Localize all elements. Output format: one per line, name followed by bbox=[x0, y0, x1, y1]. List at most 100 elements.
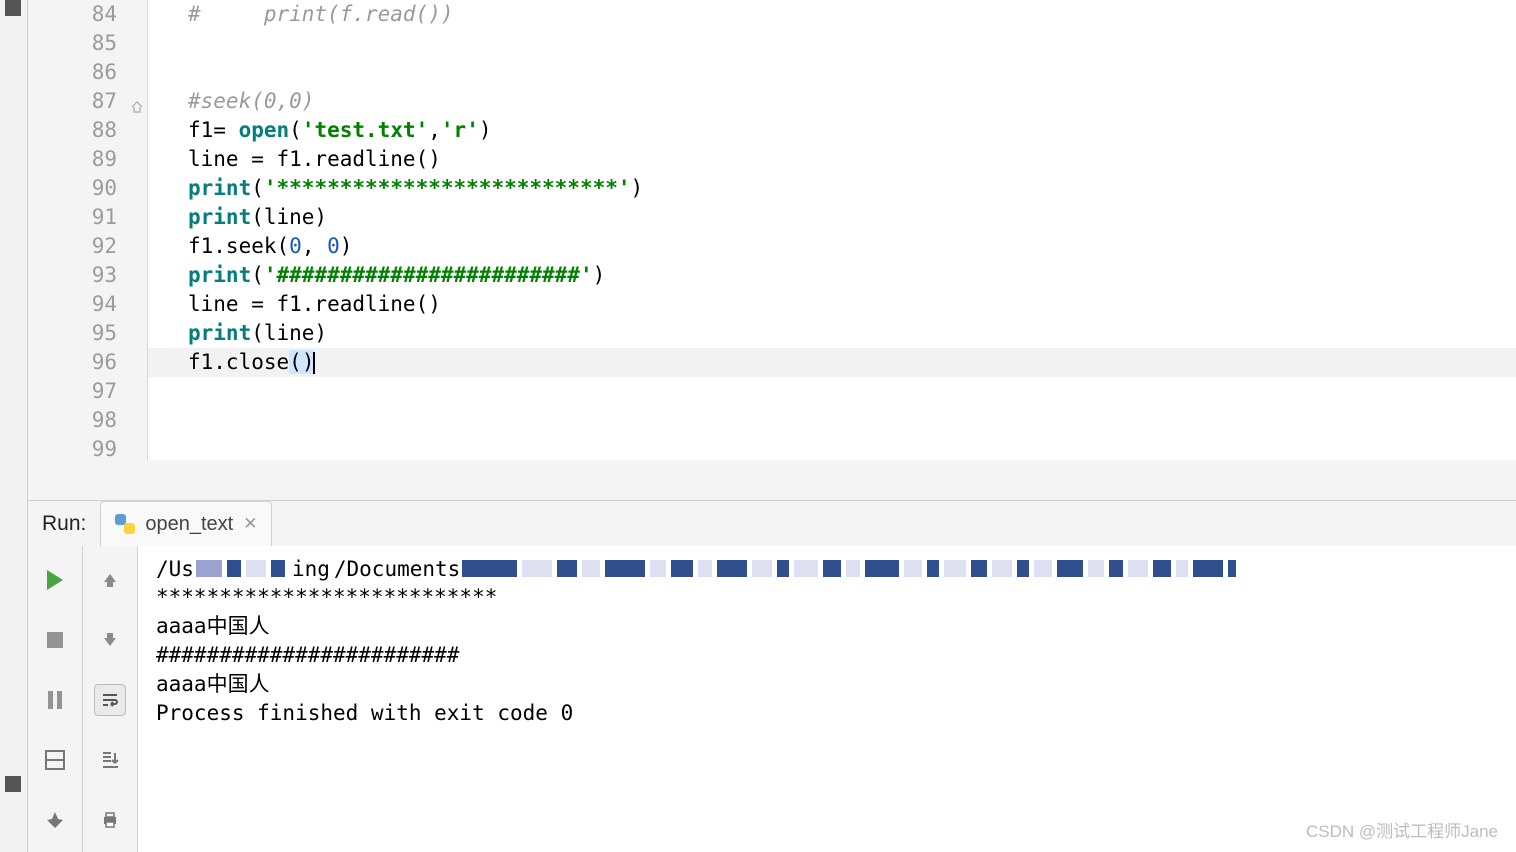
redacted-segment bbox=[650, 560, 666, 577]
code-text: ) bbox=[631, 176, 644, 200]
editor-pane: 84 85 86 87 88 89 90 91 92 93 94 95 96 9… bbox=[28, 0, 1516, 500]
console-line: *************************** bbox=[156, 583, 1498, 612]
redacted-segment bbox=[1088, 560, 1104, 577]
stop-button[interactable] bbox=[39, 624, 71, 656]
code-text: ( bbox=[289, 118, 302, 142]
scroll-to-end-button[interactable] bbox=[94, 744, 126, 776]
redacted-segment bbox=[1109, 560, 1123, 577]
redacted-segment bbox=[271, 560, 285, 577]
code-text: print(f.read()) bbox=[264, 2, 454, 26]
line-number-gutter: 84 85 86 87 88 89 90 91 92 93 94 95 96 9… bbox=[28, 0, 148, 460]
code-editor[interactable]: # print(f.read()) #seek(0,0) f1= open('t… bbox=[148, 0, 1516, 460]
code-text: ) bbox=[479, 118, 492, 142]
code-text: line = f1.readline() bbox=[188, 292, 441, 316]
stop-icon bbox=[47, 632, 63, 648]
code-text: ) bbox=[593, 263, 606, 287]
code-text: (line) bbox=[251, 205, 327, 229]
redacted-segment bbox=[927, 560, 939, 577]
rerun-button[interactable] bbox=[39, 564, 71, 596]
code-text: line = f1.readline() bbox=[188, 147, 441, 171]
code-builtin: print bbox=[188, 263, 251, 287]
redacted-segment bbox=[971, 560, 987, 577]
tool-icon-top[interactable] bbox=[5, 0, 21, 16]
code-builtin: print bbox=[188, 176, 251, 200]
redacted-segment bbox=[944, 560, 966, 577]
redacted-segment bbox=[1228, 560, 1236, 577]
code-text: ( bbox=[251, 263, 264, 287]
redacted-segment bbox=[582, 560, 600, 577]
path-fragment: /Us bbox=[156, 557, 194, 581]
redacted-segment bbox=[522, 560, 552, 577]
redacted-segment bbox=[1176, 560, 1188, 577]
redacted-segment bbox=[752, 560, 772, 577]
redacted-segment bbox=[246, 560, 266, 577]
code-text: ( bbox=[251, 176, 264, 200]
redacted-segment bbox=[823, 560, 841, 577]
run-body: /Us ing /Documents bbox=[28, 546, 1516, 852]
structure-tab-label[interactable]: Z: Structure bbox=[0, 694, 4, 772]
code-text: f1.seek( bbox=[188, 234, 289, 258]
redacted-segment bbox=[717, 560, 747, 577]
pin-button[interactable] bbox=[39, 804, 71, 836]
redacted-segment bbox=[1057, 560, 1083, 577]
code-text: f1.close bbox=[188, 350, 289, 374]
python-file-icon bbox=[115, 514, 135, 534]
redacted-segment bbox=[557, 560, 577, 577]
code-number: 0 bbox=[327, 234, 340, 258]
redacted-segment bbox=[904, 560, 922, 577]
arrow-up-icon bbox=[101, 571, 119, 589]
console-line: aaaa中国人 bbox=[156, 612, 1498, 641]
path-fragment: /Documents bbox=[334, 557, 460, 581]
pause-icon bbox=[48, 691, 62, 709]
text-cursor bbox=[313, 352, 315, 374]
console-line: ######################## bbox=[156, 641, 1498, 670]
run-toolbar-secondary bbox=[83, 546, 138, 852]
console-output[interactable]: /Us ing /Documents bbox=[138, 546, 1516, 852]
fold-column bbox=[129, 0, 147, 460]
arrow-down-icon bbox=[101, 631, 119, 649]
print-button[interactable] bbox=[94, 804, 126, 836]
code-text: f1= bbox=[188, 118, 239, 142]
pause-button[interactable] bbox=[39, 684, 71, 716]
layout-button[interactable] bbox=[39, 744, 71, 776]
code-builtin: print bbox=[188, 321, 251, 345]
redacted-segment bbox=[227, 560, 241, 577]
redacted-segment bbox=[865, 560, 899, 577]
redacted-segment bbox=[605, 560, 645, 577]
code-comment: #seek(0,0) bbox=[188, 89, 314, 113]
pin-icon bbox=[45, 810, 65, 830]
code-string: '########################' bbox=[264, 263, 593, 287]
redacted-segment bbox=[1128, 560, 1148, 577]
run-toolbar-primary bbox=[28, 546, 83, 852]
run-tab-name: open_text bbox=[145, 513, 233, 536]
code-builtin: open bbox=[239, 118, 290, 142]
code-string: 'test.txt' bbox=[302, 118, 428, 142]
redacted-segment bbox=[462, 560, 517, 577]
code-string: '***************************' bbox=[264, 176, 631, 200]
redacted-segment bbox=[1034, 560, 1052, 577]
console-path-line: /Us ing /Documents bbox=[156, 554, 1498, 583]
fold-region-icon[interactable] bbox=[131, 101, 143, 113]
code-text: ) bbox=[340, 234, 353, 258]
redacted-segment bbox=[698, 560, 712, 577]
run-label: Run: bbox=[28, 512, 100, 536]
code-text: # bbox=[188, 2, 264, 26]
path-fragment: ing bbox=[292, 557, 330, 581]
print-icon bbox=[100, 810, 120, 830]
redacted-segment bbox=[1193, 560, 1223, 577]
editor-bottom-bar bbox=[28, 460, 1516, 500]
tool-window-stripe: Z: Structure bbox=[0, 0, 28, 852]
scroll-end-icon bbox=[100, 750, 120, 770]
console-line: aaaa中国人 bbox=[156, 670, 1498, 699]
close-icon[interactable]: ✕ bbox=[243, 514, 257, 534]
up-button[interactable] bbox=[94, 564, 126, 596]
down-button[interactable] bbox=[94, 624, 126, 656]
tool-icon-bottom[interactable] bbox=[5, 776, 21, 792]
soft-wrap-button[interactable] bbox=[94, 684, 126, 716]
code-text: , bbox=[302, 234, 327, 258]
run-config-tab[interactable]: open_text ✕ bbox=[100, 501, 272, 547]
play-icon bbox=[47, 570, 63, 590]
matched-paren: ( bbox=[289, 350, 302, 374]
run-tool-window: Run: open_text ✕ /Us bbox=[28, 500, 1516, 852]
redacted-segment bbox=[196, 560, 222, 577]
